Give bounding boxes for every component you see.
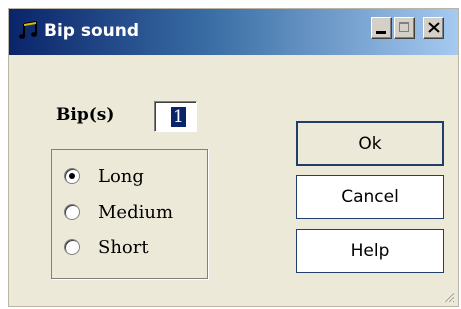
minimize-button[interactable] [371, 17, 392, 39]
cancel-button[interactable]: Cancel [296, 175, 444, 219]
title-bar[interactable]: Bip sound [9, 9, 458, 55]
radio-label: Medium [98, 202, 174, 223]
bips-label: Bip(s) [56, 105, 115, 125]
close-icon [428, 22, 440, 33]
bips-input-value: 1 [171, 107, 186, 127]
music-notes-icon [19, 21, 37, 39]
help-button[interactable]: Help [296, 229, 444, 273]
radio-label: Short [98, 237, 149, 258]
close-button[interactable] [423, 17, 444, 39]
radio-button[interactable] [64, 168, 80, 184]
window-title: Bip sound [44, 21, 140, 41]
radio-button[interactable] [64, 239, 80, 255]
radio-label: Long [98, 166, 144, 187]
duration-radio-group: Long Medium Short [51, 149, 208, 279]
resize-grip-icon[interactable] [441, 289, 455, 303]
bips-input[interactable]: 1 [154, 101, 197, 132]
bip-sound-dialog: Bip sound Bip(s) 1 Long Medium Short Ok … [8, 8, 459, 307]
maximize-button[interactable] [394, 17, 415, 39]
ok-button[interactable]: Ok [296, 121, 444, 166]
radio-button[interactable] [64, 204, 80, 220]
